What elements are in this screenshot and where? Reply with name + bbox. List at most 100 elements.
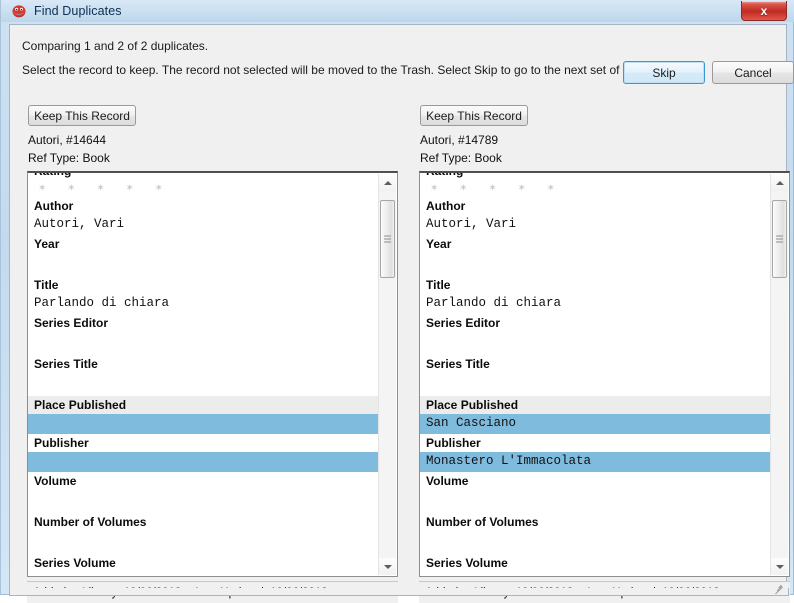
field-row: Number of Volumes: [420, 513, 773, 554]
field-label: Number of Volumes: [426, 515, 539, 529]
field-value[interactable]: [420, 332, 773, 355]
field-value[interactable]: [28, 490, 381, 513]
record-pane-right: Keep This Record Autori, #14789 Ref Type…: [406, 97, 791, 603]
field-row: Volume: [28, 472, 381, 513]
field-label: Series Title: [34, 357, 98, 371]
endnote-app-icon: [11, 3, 27, 19]
field-label: Title: [34, 278, 59, 292]
field-row: Place Published: [28, 396, 381, 434]
field-label: Author: [34, 199, 74, 213]
resize-grip[interactable]: [773, 581, 785, 595]
scroll-down-arrow-left[interactable]: [379, 558, 396, 575]
field-label: Publisher: [34, 436, 89, 450]
scroll-up-arrow-right[interactable]: [771, 174, 788, 191]
field-label: Title: [426, 278, 451, 292]
chevron-up-icon: [383, 180, 392, 185]
chevron-up-icon: [775, 180, 784, 185]
field-label: Series Editor: [426, 316, 501, 330]
field-scroll-right[interactable]: Rating ✶ ✶ ✶ ✶ ✶ Author Autori, Vari Year Tit…: [419, 171, 790, 577]
close-icon: x: [760, 3, 768, 18]
field-row: Rating ✶ ✶ ✶ ✶ ✶: [28, 171, 381, 197]
field-value[interactable]: [28, 332, 381, 355]
field-row: Publisher: [28, 434, 381, 472]
field-row: Volume: [420, 472, 773, 513]
field-row: Series Title: [420, 355, 773, 396]
cancel-button[interactable]: Cancel: [712, 61, 794, 84]
record-pane-left: Keep This Record Autori, #14644 Ref Type…: [14, 97, 399, 603]
field-row: Title Parlando di chiara: [420, 276, 773, 314]
chevron-down-icon: [775, 564, 784, 569]
field-row: Rating ✶ ✶ ✶ ✶ ✶: [420, 171, 773, 197]
field-value[interactable]: [420, 373, 773, 396]
instruction-line-1: Comparing 1 and 2 of 2 duplicates.: [22, 39, 209, 53]
field-row: Series Title: [28, 355, 381, 396]
field-value[interactable]: [28, 414, 381, 434]
scroll-up-arrow-left[interactable]: [379, 174, 396, 191]
field-label: Year: [34, 237, 60, 251]
instructions: Comparing 1 and 2 of 2 duplicates. Selec…: [22, 37, 680, 85]
field-value[interactable]: Monastero L'Immacolata: [420, 452, 773, 472]
field-value[interactable]: [420, 572, 773, 576]
field-row: Series Volume: [420, 554, 773, 576]
record-heading-left: Autori, #14644: [28, 133, 107, 147]
field-row: Title Parlando di chiara: [28, 276, 381, 314]
field-label: Volume: [426, 474, 469, 488]
field-value[interactable]: Autori, Vari: [420, 215, 773, 235]
field-value[interactable]: [420, 531, 773, 554]
field-value[interactable]: [28, 572, 381, 576]
record-reftype-right: Ref Type: Book: [420, 151, 502, 165]
field-label: Rating: [426, 171, 464, 178]
keep-button-label: Keep This Record: [426, 108, 522, 123]
field-value[interactable]: Parlando di chiara: [28, 294, 381, 314]
close-button[interactable]: x: [741, 1, 787, 21]
window-frame: Find Duplicates x Comparing 1 and 2 of 2…: [0, 0, 794, 603]
field-value[interactable]: [420, 490, 773, 513]
scrollbar-grip-icon: [776, 234, 783, 245]
field-value[interactable]: [28, 253, 381, 276]
field-row: Number of Volumes: [28, 513, 381, 554]
field-row: Series Editor: [28, 314, 381, 355]
field-value[interactable]: Parlando di chiara: [420, 294, 773, 314]
field-value[interactable]: [28, 531, 381, 554]
field-label: Publisher: [426, 436, 481, 450]
field-value[interactable]: [28, 373, 381, 396]
rating-stars-icon[interactable]: ✶ ✶ ✶ ✶ ✶: [28, 180, 381, 197]
field-row: Year: [28, 235, 381, 276]
keep-button-label: Keep This Record: [34, 108, 130, 123]
scrollbar-thumb-left[interactable]: [380, 200, 395, 278]
dialog-body: Comparing 1 and 2 of 2 duplicates. Selec…: [9, 24, 794, 603]
keep-this-record-button-right[interactable]: Keep This Record: [420, 105, 528, 126]
window-title: Find Duplicates: [34, 4, 122, 18]
scrollbar-right[interactable]: [770, 174, 788, 575]
field-label: Series Volume: [426, 556, 508, 570]
cancel-button-label: Cancel: [734, 65, 772, 80]
scrollbar-grip-icon: [384, 234, 391, 245]
field-scroll-left[interactable]: Rating ✶ ✶ ✶ ✶ ✶ Author Autori, Vari Year Tit…: [27, 171, 398, 577]
field-row: Place Published San Casciano: [420, 396, 773, 434]
field-value[interactable]: Autori, Vari: [28, 215, 381, 235]
field-label: Year: [426, 237, 452, 251]
titlebar[interactable]: Find Duplicates x: [1, 0, 794, 22]
scrollbar-thumb-right[interactable]: [772, 200, 787, 278]
scroll-down-arrow-right[interactable]: [771, 558, 788, 575]
skip-button-label: Skip: [652, 65, 676, 80]
field-label: Series Volume: [34, 556, 116, 570]
field-list-right: Rating ✶ ✶ ✶ ✶ ✶ Author Autori, Vari Year Tit…: [420, 171, 773, 576]
field-row: Author Autori, Vari: [28, 197, 381, 235]
keep-this-record-button-left[interactable]: Keep This Record: [28, 105, 136, 126]
scrollbar-left[interactable]: [378, 174, 396, 575]
field-row: Author Autori, Vari: [420, 197, 773, 235]
skip-button[interactable]: Skip: [623, 61, 705, 84]
field-value[interactable]: San Casciano: [420, 414, 773, 434]
field-label: Rating: [34, 171, 72, 178]
field-value[interactable]: [28, 452, 381, 472]
field-row: Year: [420, 235, 773, 276]
chevron-down-icon: [383, 564, 392, 569]
record-reftype-left: Ref Type: Book: [28, 151, 110, 165]
field-label: Series Title: [426, 357, 490, 371]
rating-stars-icon[interactable]: ✶ ✶ ✶ ✶ ✶: [420, 180, 773, 197]
field-value[interactable]: [420, 253, 773, 276]
field-row: Series Editor: [420, 314, 773, 355]
field-label: Number of Volumes: [34, 515, 147, 529]
field-label: Series Editor: [34, 316, 109, 330]
